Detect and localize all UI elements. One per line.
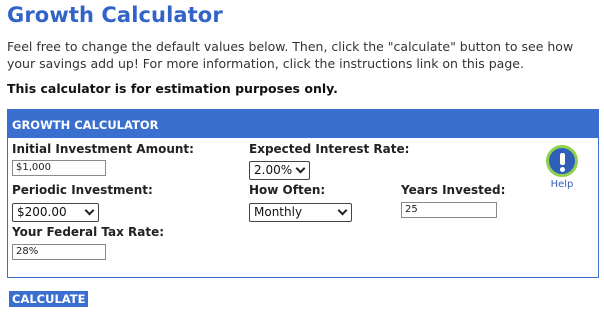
page-title: Growth Calculator (7, 3, 223, 27)
interest-rate-value: 2.00% (254, 163, 293, 177)
interest-rate-select[interactable]: 2.00% (249, 161, 310, 180)
exclamation-icon (546, 145, 578, 177)
years-invested-label: Years Invested: (401, 183, 506, 197)
initial-investment-label: Initial Investment Amount: (12, 142, 194, 156)
periodic-investment-label: Periodic Investment: (12, 183, 153, 197)
disclaimer-text: This calculator is for estimation purpos… (7, 81, 338, 96)
help-label: Help (550, 179, 574, 190)
periodic-investment-value: $200.00 (17, 205, 67, 219)
periodic-investment-select[interactable]: $200.00 (12, 203, 99, 222)
initial-investment-input[interactable]: $1,000 (12, 160, 106, 176)
interest-rate-label: Expected Interest Rate: (249, 142, 410, 156)
tax-rate-label: Your Federal Tax Rate: (12, 225, 165, 239)
help-button[interactable]: Help (544, 145, 580, 190)
how-often-value: Monthly (254, 205, 303, 219)
tax-rate-input[interactable]: 28% (12, 244, 106, 260)
years-invested-input[interactable]: 25 (401, 202, 497, 218)
calculate-button[interactable]: CALCULATE (9, 291, 89, 307)
intro-text: Feel free to change the default values b… (7, 39, 574, 71)
how-often-label: How Often: (249, 183, 326, 197)
how-often-select[interactable]: Monthly (249, 203, 352, 222)
growth-calculator-panel: GROWTH CALCULATOR Initial Investment Amo… (7, 109, 599, 278)
chevron-down-icon (295, 163, 306, 174)
chevron-down-icon (84, 205, 95, 216)
chevron-down-icon (337, 205, 348, 216)
panel-header: GROWTH CALCULATOR (8, 110, 598, 138)
